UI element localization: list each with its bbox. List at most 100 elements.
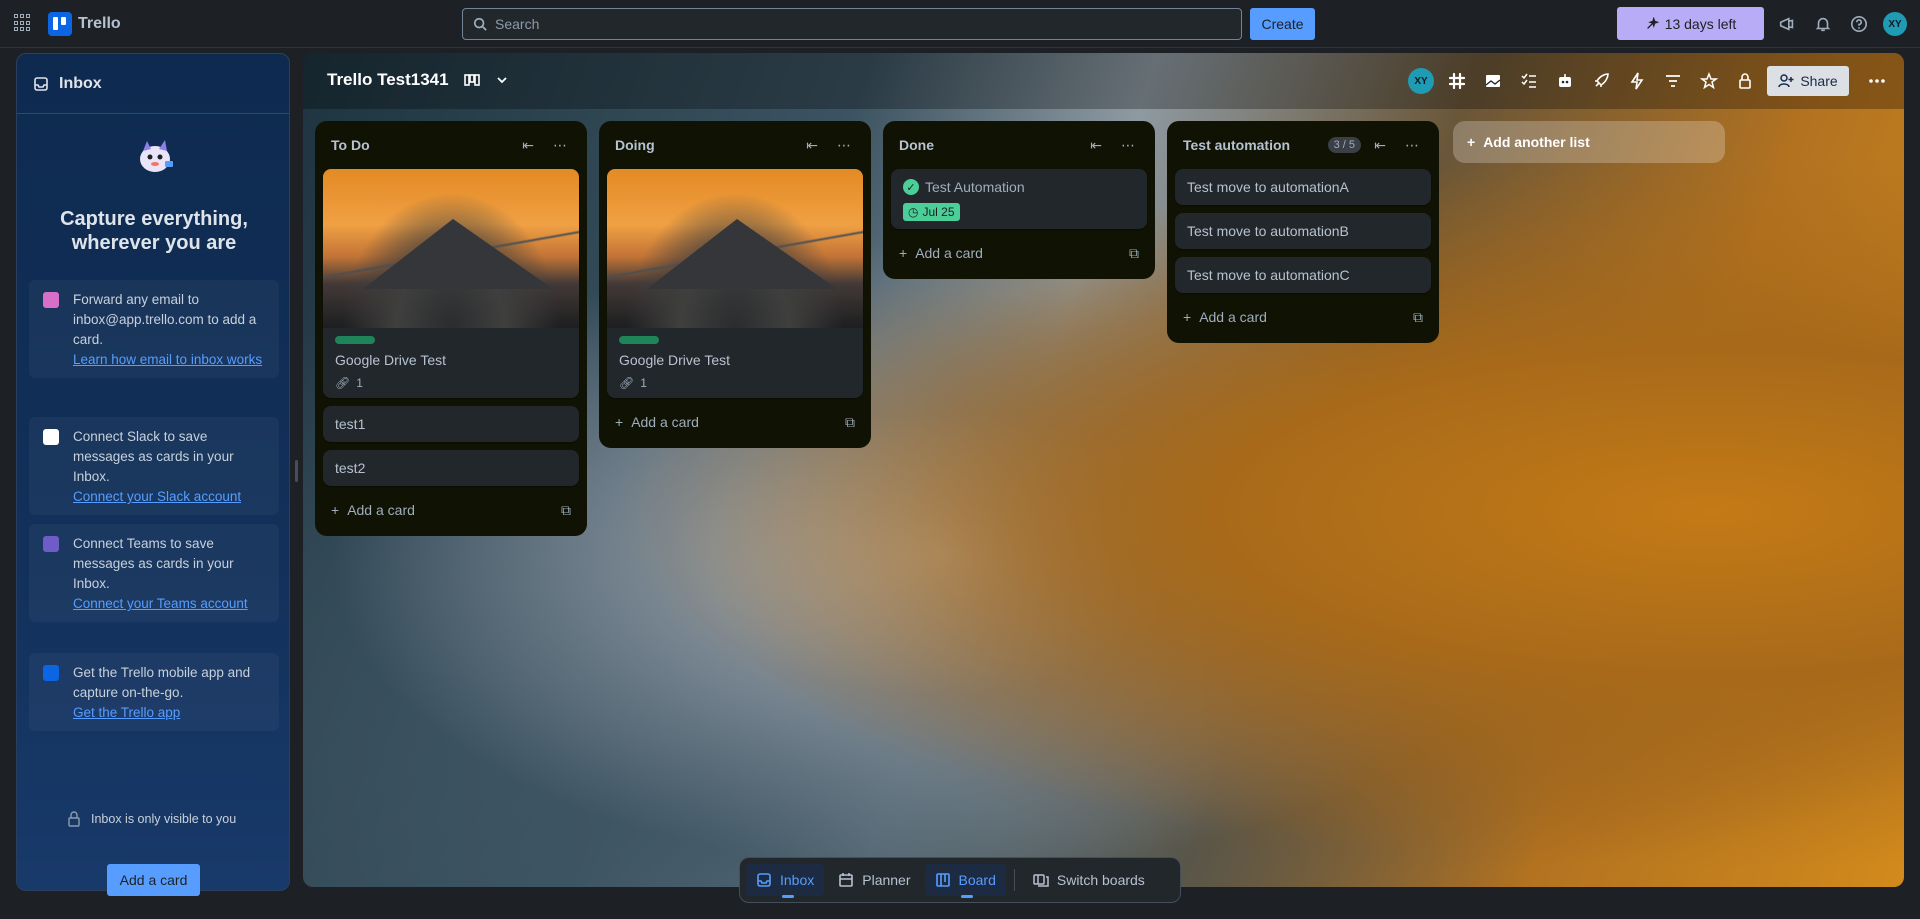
- list-header: To Do ⇤ ⋯: [323, 129, 579, 161]
- teams-icon: [43, 536, 59, 552]
- card-title: test2: [335, 460, 366, 476]
- card-title: Test move to automationB: [1187, 223, 1349, 239]
- email-help-link[interactable]: Learn how email to inbox works: [73, 352, 262, 367]
- board-member-avatar[interactable]: XY: [1408, 68, 1434, 94]
- add-member-icon: [1778, 74, 1794, 88]
- card[interactable]: Google Drive Test 🔗︎ 1: [607, 169, 863, 398]
- create-from-template-icon[interactable]: ⧉: [1129, 245, 1139, 262]
- lock-icon: [68, 811, 80, 827]
- switcher-planner-button[interactable]: Planner: [828, 864, 920, 896]
- card[interactable]: Test move to automationC: [1175, 257, 1431, 293]
- megaphone-icon[interactable]: [1776, 13, 1798, 35]
- plus-icon: +: [1183, 309, 1192, 325]
- privacy-text: Inbox is only visible to you: [91, 812, 237, 826]
- add-list-button[interactable]: + Add another list: [1453, 121, 1725, 163]
- filter-icon[interactable]: [1662, 70, 1684, 92]
- create-from-template-icon[interactable]: ⧉: [1413, 309, 1423, 326]
- card[interactable]: ✓ Test Automation ◷ Jul 25: [891, 169, 1147, 229]
- collapse-list-icon[interactable]: ⇤: [517, 134, 539, 156]
- taco-mascot-icon: [140, 140, 173, 172]
- switcher-inbox-button[interactable]: Inbox: [746, 864, 825, 898]
- user-avatar[interactable]: XY: [1883, 12, 1907, 36]
- switch-boards-button[interactable]: Switch boards: [1023, 864, 1155, 896]
- inbox-title: Inbox: [59, 74, 102, 92]
- connect-teams-link[interactable]: Connect your Teams account: [73, 596, 248, 611]
- connect-slack-link[interactable]: Connect your Slack account: [73, 489, 241, 504]
- board-title[interactable]: Trello Test1341: [327, 70, 449, 90]
- complete-check-icon[interactable]: ✓: [903, 179, 919, 195]
- card-badges: 🔗︎ 1: [335, 376, 567, 390]
- card-label-green[interactable]: [619, 336, 659, 344]
- card[interactable]: test2: [323, 450, 579, 486]
- trial-button[interactable]: 13 days left: [1617, 7, 1764, 40]
- create-from-template-icon[interactable]: ⧉: [561, 502, 571, 519]
- bell-icon[interactable]: [1812, 13, 1834, 35]
- list-menu-icon[interactable]: ⋯: [1401, 134, 1423, 156]
- collapse-list-icon[interactable]: ⇤: [1369, 134, 1391, 156]
- board-view-switcher[interactable]: [463, 71, 509, 89]
- add-card-button[interactable]: + Add a card ⧉: [891, 235, 1147, 271]
- plus-icon: +: [1467, 134, 1476, 150]
- switcher-board-button[interactable]: Board: [924, 864, 1006, 898]
- inbox-add-card-button[interactable]: Add a card: [107, 864, 200, 896]
- checklist-icon[interactable]: [1518, 70, 1540, 92]
- list-menu-icon[interactable]: ⋯: [1117, 134, 1139, 156]
- add-card-button[interactable]: + Add a card ⧉: [1175, 299, 1431, 335]
- slack-icon: [43, 429, 59, 445]
- tip-teams: Connect Teams to save messages as cards …: [29, 524, 279, 622]
- inbox-header: Inbox: [17, 54, 289, 114]
- search-input[interactable]: [495, 16, 1195, 32]
- more-options-icon[interactable]: [1866, 70, 1888, 92]
- inbox-panel: Inbox Capture everything, wherever you a…: [16, 53, 290, 896]
- create-from-template-icon[interactable]: ⧉: [845, 414, 855, 431]
- star-icon[interactable]: [1698, 70, 1720, 92]
- add-card-button[interactable]: + Add a card ⧉: [323, 492, 579, 528]
- card[interactable]: Google Drive Test 🔗︎ 1: [323, 169, 579, 398]
- list-title[interactable]: Test automation: [1183, 137, 1328, 153]
- robot-icon[interactable]: [1554, 70, 1576, 92]
- list-menu-icon[interactable]: ⋯: [833, 134, 855, 156]
- card[interactable]: Test move to automationB: [1175, 213, 1431, 249]
- list-title[interactable]: Done: [899, 137, 1075, 153]
- board-header: Trello Test1341 XY Share: [303, 53, 1904, 109]
- rocket-icon[interactable]: [1590, 70, 1612, 92]
- calendar-icon: [839, 873, 854, 887]
- list-done: Done ⇤ ⋯ ✓ Test Automation ◷ Jul 25 + Ad…: [883, 121, 1155, 279]
- automation-lightning-icon[interactable]: [1626, 70, 1648, 92]
- list-title[interactable]: To Do: [331, 137, 507, 153]
- help-icon[interactable]: [1848, 13, 1870, 35]
- switch-boards-icon: [1033, 874, 1049, 887]
- trello-logo[interactable]: Trello: [48, 12, 121, 36]
- list-test-automation: Test automation 3 / 5 ⇤ ⋯ Test move to a…: [1167, 121, 1439, 343]
- list-title[interactable]: Doing: [615, 137, 791, 153]
- collapse-list-icon[interactable]: ⇤: [1085, 134, 1107, 156]
- chevron-down-icon: [497, 77, 507, 84]
- wip-limit-badge: 3 / 5: [1327, 137, 1361, 153]
- card[interactable]: test1: [323, 406, 579, 442]
- board-icon: [935, 873, 950, 887]
- board-views-icon: [464, 74, 480, 86]
- add-list-label: Add another list: [1483, 134, 1590, 150]
- add-card-label: Add a card: [1199, 309, 1267, 325]
- trello-logo-icon: [48, 12, 72, 36]
- get-app-link[interactable]: Get the Trello app: [73, 705, 180, 720]
- attachment-count: 1: [640, 376, 647, 390]
- collapse-list-icon[interactable]: ⇤: [801, 134, 823, 156]
- attachment-icon: 🔗︎: [335, 376, 351, 390]
- card-title: Google Drive Test: [335, 352, 447, 368]
- card[interactable]: Test move to automationA: [1175, 169, 1431, 205]
- list-menu-icon[interactable]: ⋯: [549, 134, 571, 156]
- image-icon[interactable]: [1482, 70, 1504, 92]
- visibility-lock-icon[interactable]: [1734, 70, 1756, 92]
- share-button[interactable]: Share: [1767, 66, 1849, 96]
- add-card-button[interactable]: + Add a card ⧉: [607, 404, 863, 440]
- create-button[interactable]: Create: [1250, 8, 1315, 40]
- card-label-green[interactable]: [335, 336, 375, 344]
- board-canvas: Trello Test1341 XY Share To Do ⇤ ⋯ Googl…: [303, 53, 1904, 887]
- top-navigation: Trello Create 13 days left XY: [0, 0, 1920, 48]
- slack-power-up-icon[interactable]: [1446, 70, 1468, 92]
- sidebar-resize-handle[interactable]: [295, 460, 298, 482]
- due-date-badge[interactable]: ◷ Jul 25: [903, 203, 960, 221]
- app-switcher-icon[interactable]: [14, 14, 32, 32]
- search-box[interactable]: [462, 8, 1242, 40]
